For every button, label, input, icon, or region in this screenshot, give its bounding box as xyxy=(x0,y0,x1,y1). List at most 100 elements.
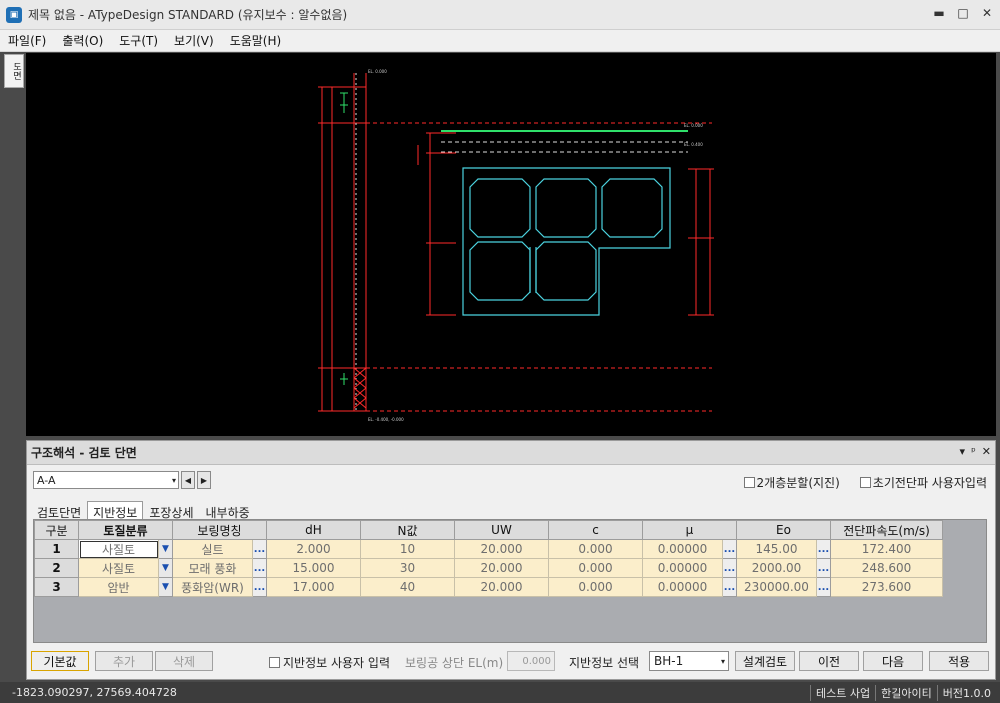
apply-button[interactable]: 적용 xyxy=(929,651,989,671)
add-button[interactable]: 추가 xyxy=(95,651,153,671)
ellipsis-button[interactable]: ... xyxy=(252,558,267,578)
n-cell[interactable]: 10 xyxy=(360,539,455,559)
panel-action-bar: 기본값 추가 삭제 지반정보 사용자 입력 보링공 상단 EL(m) 0.000… xyxy=(27,649,995,675)
table-row[interactable]: 3 암반 ▼ 풍화암(WR) ... 17.000 40 20.000 0.00… xyxy=(34,577,943,597)
vs-cell[interactable]: 248.600 xyxy=(830,558,943,578)
eo-cell[interactable]: 145.00 xyxy=(736,539,817,559)
dh-cell[interactable]: 2.000 xyxy=(266,539,361,559)
soil-cell[interactable]: 사질토 xyxy=(78,558,159,578)
user-ground-input-label: 지반정보 사용자 입력 xyxy=(283,656,390,670)
cad-canvas[interactable]: EL. 0.000 EL. 0.400 EL. -0.400, -0.000 E… xyxy=(26,53,996,436)
mu-cell[interactable]: 0.00000 xyxy=(642,539,723,559)
section-selector: A-A ▾ ◀ ▶ xyxy=(33,471,211,489)
next-button[interactable]: 다음 xyxy=(863,651,923,671)
ellipsis-button[interactable]: ... xyxy=(722,539,737,559)
initial-shearwave-checkbox[interactable]: 초기전단파 사용자입력 xyxy=(859,474,987,491)
boring-top-el-input[interactable]: 0.000 xyxy=(507,651,555,671)
vs-cell[interactable]: 172.400 xyxy=(830,539,943,559)
ground-select-label: 지반정보 선택 xyxy=(569,656,640,670)
panel-pin-icon[interactable]: ᵖ xyxy=(971,445,976,458)
col-header: N값 xyxy=(360,520,455,540)
minimize-button[interactable]: ▬ xyxy=(932,6,946,20)
row-index: 2 xyxy=(34,558,79,578)
uw-cell[interactable]: 20.000 xyxy=(454,577,549,597)
design-check-button[interactable]: 설계검토 xyxy=(735,651,795,671)
left-dimension xyxy=(417,132,456,316)
uw-cell[interactable]: 20.000 xyxy=(454,539,549,559)
eo-cell[interactable]: 230000.00 xyxy=(736,577,817,597)
panel-title: 구조해석 - 검토 단면 xyxy=(31,446,137,460)
label-wl: EL. 0.400 xyxy=(684,142,703,147)
chevron-down-icon[interactable]: ▼ xyxy=(158,558,173,578)
c-cell[interactable]: 0.000 xyxy=(548,558,643,578)
checkbox-box[interactable] xyxy=(269,657,280,668)
section-combo[interactable]: A-A ▾ xyxy=(33,471,179,489)
n-cell[interactable]: 40 xyxy=(360,577,455,597)
ellipsis-button[interactable]: ... xyxy=(722,558,737,578)
split-layer-checkbox[interactable]: 2개층분할(지진) xyxy=(743,474,840,491)
boring-cell[interactable]: 모래 풍화 xyxy=(172,558,253,578)
menu-tools[interactable]: 도구(T) xyxy=(111,32,166,49)
checkbox-box[interactable] xyxy=(743,477,755,488)
checkbox-box[interactable] xyxy=(859,477,871,488)
mu-cell[interactable]: 0.00000 xyxy=(642,577,723,597)
title-bar: ▣ 제목 없음 - ATypeDesign STANDARD (유지보수 : 알… xyxy=(0,0,1000,30)
status-version: 버전1.0.0 xyxy=(936,684,996,701)
dh-cell[interactable]: 17.000 xyxy=(266,577,361,597)
n-cell[interactable]: 30 xyxy=(360,558,455,578)
status-bar: -1823.090297, 27569.404728 테스트 사업 한길아이티 … xyxy=(0,682,1000,703)
user-ground-input-checkbox[interactable]: 지반정보 사용자 입력 xyxy=(269,654,390,671)
table-row[interactable]: 1 사질토 ▼ 실트 ... 2.000 10 20.000 0.000 0.0… xyxy=(34,539,943,559)
dh-cell[interactable]: 15.000 xyxy=(266,558,361,578)
col-header: UW xyxy=(454,520,549,540)
prev-section-button[interactable]: ◀ xyxy=(181,471,195,489)
chevron-down-icon[interactable]: ▼ xyxy=(158,539,173,559)
ellipsis-button[interactable]: ... xyxy=(252,577,267,597)
level-lines xyxy=(366,122,712,412)
table-row[interactable]: 2 사질토 ▼ 모래 풍화 ... 15.000 30 20.000 0.000… xyxy=(34,558,943,578)
ellipsis-button[interactable]: ... xyxy=(816,577,831,597)
window-title: 제목 없음 - ATypeDesign STANDARD (유지보수 : 알수없… xyxy=(28,8,348,22)
vs-cell[interactable]: 273.600 xyxy=(830,577,943,597)
ellipsis-button[interactable]: ... xyxy=(722,577,737,597)
close-button[interactable]: ✕ xyxy=(980,6,994,20)
ground-select-combo[interactable]: BH-1 ▾ xyxy=(649,651,729,671)
c-cell[interactable]: 0.000 xyxy=(548,539,643,559)
soil-cell[interactable]: 사질토 xyxy=(78,539,159,559)
row-index: 3 xyxy=(34,577,79,597)
row-index: 1 xyxy=(34,539,79,559)
mu-cell[interactable]: 0.00000 xyxy=(642,558,723,578)
menu-file[interactable]: 파일(F) xyxy=(0,32,54,49)
default-values-button[interactable]: 기본값 xyxy=(31,651,89,671)
soil-cell[interactable]: 암반 xyxy=(78,577,159,597)
c-cell[interactable]: 0.000 xyxy=(548,577,643,597)
eo-cell[interactable]: 2000.00 xyxy=(736,558,817,578)
menu-help[interactable]: 도움말(H) xyxy=(222,32,290,49)
panel-menu-icon[interactable]: ▾ xyxy=(960,445,966,458)
ellipsis-button[interactable]: ... xyxy=(816,539,831,559)
ground-info-grid: 구분 토질분류 보링명칭 dH N값 UW c μ Eo 전단파속도(m/s) … xyxy=(33,519,987,643)
menu-view[interactable]: 보기(V) xyxy=(166,32,222,49)
boring-cell[interactable]: 풍화암(WR) xyxy=(172,577,253,597)
menu-bar: 파일(F) 출력(O) 도구(T) 보기(V) 도움말(H) xyxy=(0,30,1000,52)
menu-output[interactable]: 출력(O) xyxy=(54,32,111,49)
ground-table: 구분 토질분류 보링명칭 dH N값 UW c μ Eo 전단파속도(m/s) … xyxy=(34,520,943,597)
delete-button[interactable]: 삭제 xyxy=(155,651,213,671)
maximize-button[interactable]: □ xyxy=(956,6,970,20)
section-value: A-A xyxy=(37,473,56,487)
boring-cell[interactable]: 실트 xyxy=(172,539,253,559)
uw-cell[interactable]: 20.000 xyxy=(454,558,549,578)
panel-close-icon[interactable]: ✕ xyxy=(982,445,991,458)
culvert-cells xyxy=(469,178,663,301)
col-header: c xyxy=(548,520,643,540)
status-company: 한길아이티 xyxy=(875,684,937,701)
ellipsis-button[interactable]: ... xyxy=(816,558,831,578)
option-checkboxes: 2개층분할(지진) 초기전단파 사용자입력 xyxy=(743,474,987,491)
chevron-down-icon[interactable]: ▼ xyxy=(158,577,173,597)
drawing-side-tab[interactable]: 도면 xyxy=(4,54,24,88)
window-icon: ▣ xyxy=(6,6,22,23)
ellipsis-button[interactable]: ... xyxy=(252,539,267,559)
prev-button[interactable]: 이전 xyxy=(799,651,859,671)
next-section-button[interactable]: ▶ xyxy=(197,471,211,489)
col-header: 보링명칭 xyxy=(172,520,267,540)
